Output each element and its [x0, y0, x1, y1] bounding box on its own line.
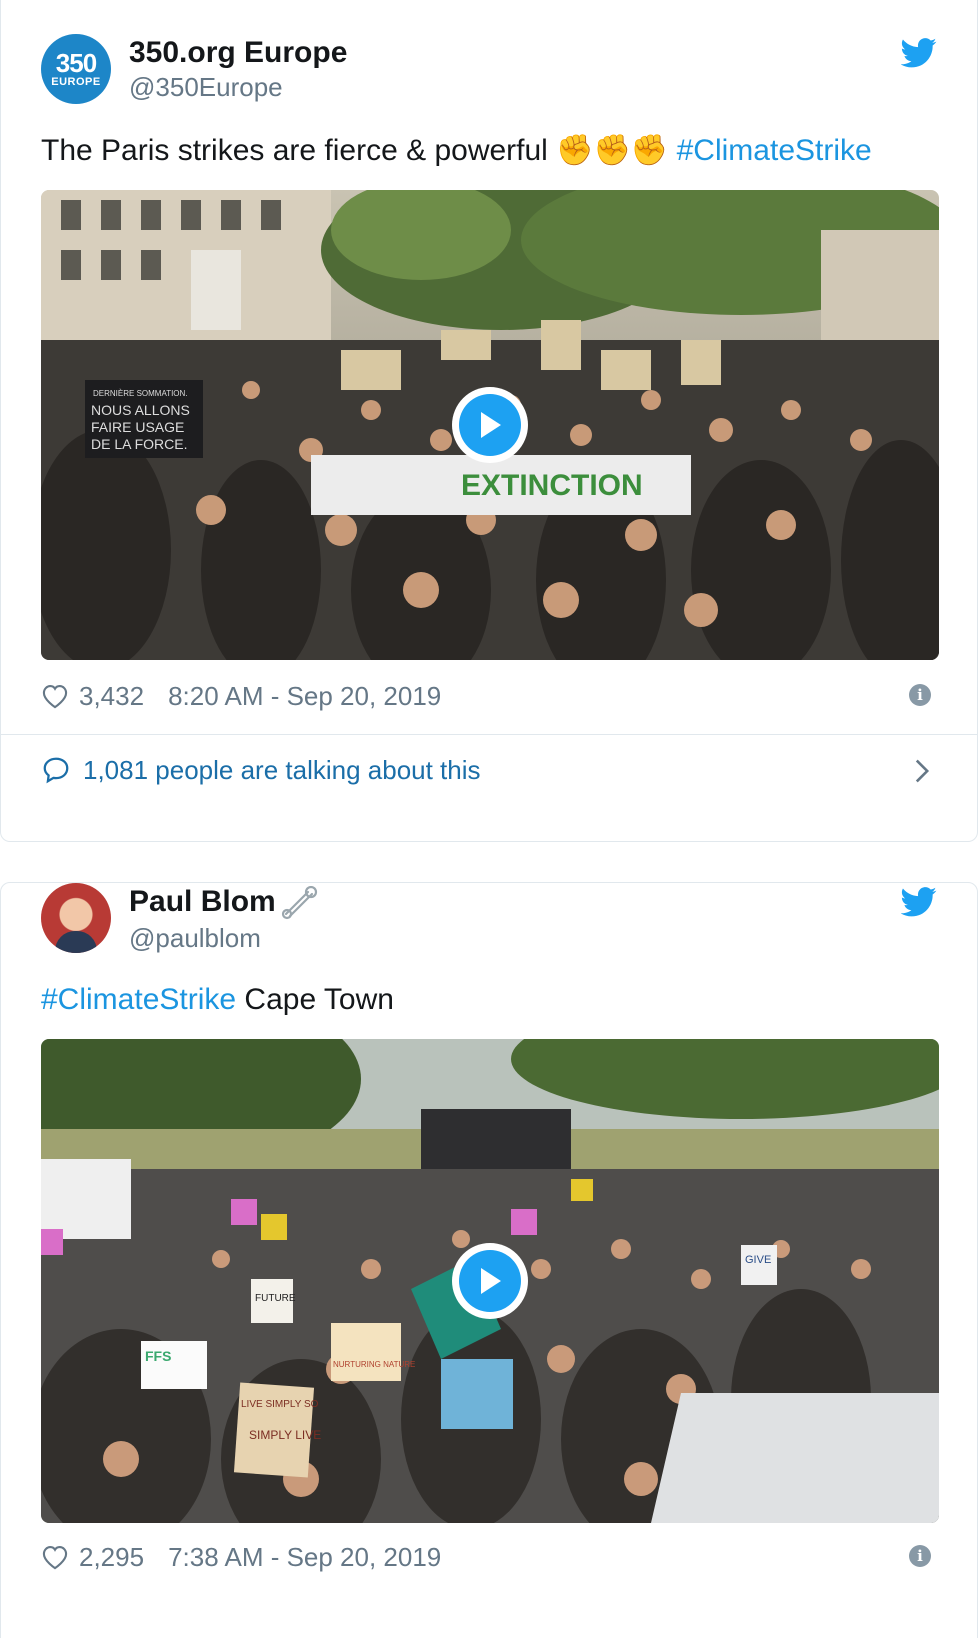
sign-line: FUTURE: [255, 1293, 296, 1304]
avatar[interactable]: [41, 883, 111, 953]
heart-icon[interactable]: [41, 1544, 69, 1570]
sign-line: DERNIÈRE SOMMATION.: [93, 389, 188, 398]
sign-line: LIVE SIMPLY SO: [241, 1399, 319, 1410]
hashtag-link[interactable]: #ClimateStrike: [41, 983, 236, 1016]
timestamp[interactable]: 8:20 AM - Sep 20, 2019: [168, 681, 441, 712]
timestamp[interactable]: 7:38 AM - Sep 20, 2019: [168, 1542, 441, 1573]
play-button[interactable]: [452, 387, 528, 463]
twitter-bird-icon[interactable]: [901, 38, 937, 68]
raised-fist-emoji: ✊: [593, 134, 631, 167]
chevron-right-icon: [915, 759, 930, 783]
user-handle[interactable]: @paulblom: [129, 923, 261, 954]
tweet-meta: 2,295 7:38 AM - Sep 20, 2019 i: [41, 1541, 937, 1573]
heart-icon[interactable]: [41, 683, 69, 709]
like-count[interactable]: 2,295: [79, 1542, 144, 1573]
avatar-logo-number: 350: [55, 48, 97, 78]
conversation-link[interactable]: 1,081 people are talking about this: [41, 750, 937, 790]
tweet-meta: 3,432 8:20 AM - Sep 20, 2019 i: [41, 680, 937, 712]
play-icon: [459, 1250, 521, 1312]
talking-count: 1,081 people are talking about this: [83, 754, 481, 785]
tweet-text-body: The Paris strikes are fierce & powerful: [41, 134, 548, 167]
video-thumbnail[interactable]: EXTINCTION DERNIÈRE SOMMATION. NOUS ALLO…: [41, 190, 939, 660]
hashtag-link[interactable]: #ClimateStrike: [677, 134, 872, 167]
display-name-row: Paul Blom: [129, 885, 320, 920]
video-thumbnail[interactable]: GIVE FUTURE FFS NURTURING NATURE LIVE SI…: [41, 1039, 939, 1523]
info-icon[interactable]: i: [909, 684, 931, 706]
svg-text:EXTINCTION: EXTINCTION: [461, 469, 643, 502]
tweet-card-paulblom[interactable]: Paul Blom @paulblom #ClimateStrike Cape …: [0, 882, 978, 1638]
tweet-card-350europe[interactable]: 350 EUROPE 350.org Europe @350Europe The…: [0, 0, 978, 842]
sign-line: GIVE: [745, 1254, 771, 1266]
display-name[interactable]: Paul Blom: [129, 885, 276, 918]
safety-pin-icon: [281, 886, 317, 920]
tweet-text: #ClimateStrike Cape Town: [41, 981, 937, 1019]
raised-fist-emoji: ✊: [630, 134, 669, 167]
speech-bubble-icon: [43, 757, 69, 784]
sign-line: FFS: [145, 1348, 171, 1364]
display-name[interactable]: 350.org Europe: [129, 36, 347, 70]
sign-line: NOUS ALLONS: [91, 402, 190, 418]
play-icon: [459, 394, 521, 456]
play-button[interactable]: [452, 1243, 528, 1319]
like-count[interactable]: 3,432: [79, 681, 144, 712]
sign-line: DE LA FORCE.: [91, 436, 187, 452]
twitter-bird-icon[interactable]: [901, 887, 937, 917]
sign-line: NURTURING NATURE: [333, 1360, 415, 1369]
avatar[interactable]: 350 EUROPE: [41, 34, 111, 104]
user-handle[interactable]: @350Europe: [129, 72, 283, 103]
sign-line: FAIRE USAGE: [91, 419, 184, 435]
info-icon[interactable]: i: [909, 1545, 931, 1567]
avatar-logo-subtitle: EUROPE: [51, 76, 101, 88]
divider: [1, 734, 977, 735]
tweet-text: The Paris strikes are fierce & powerful …: [41, 132, 937, 170]
avatar-suit: [55, 931, 97, 953]
raised-fist-emoji: ✊: [556, 134, 594, 167]
tweet-text-body: Cape Town: [244, 983, 394, 1016]
sign-line: SIMPLY LIVE: [249, 1428, 321, 1442]
